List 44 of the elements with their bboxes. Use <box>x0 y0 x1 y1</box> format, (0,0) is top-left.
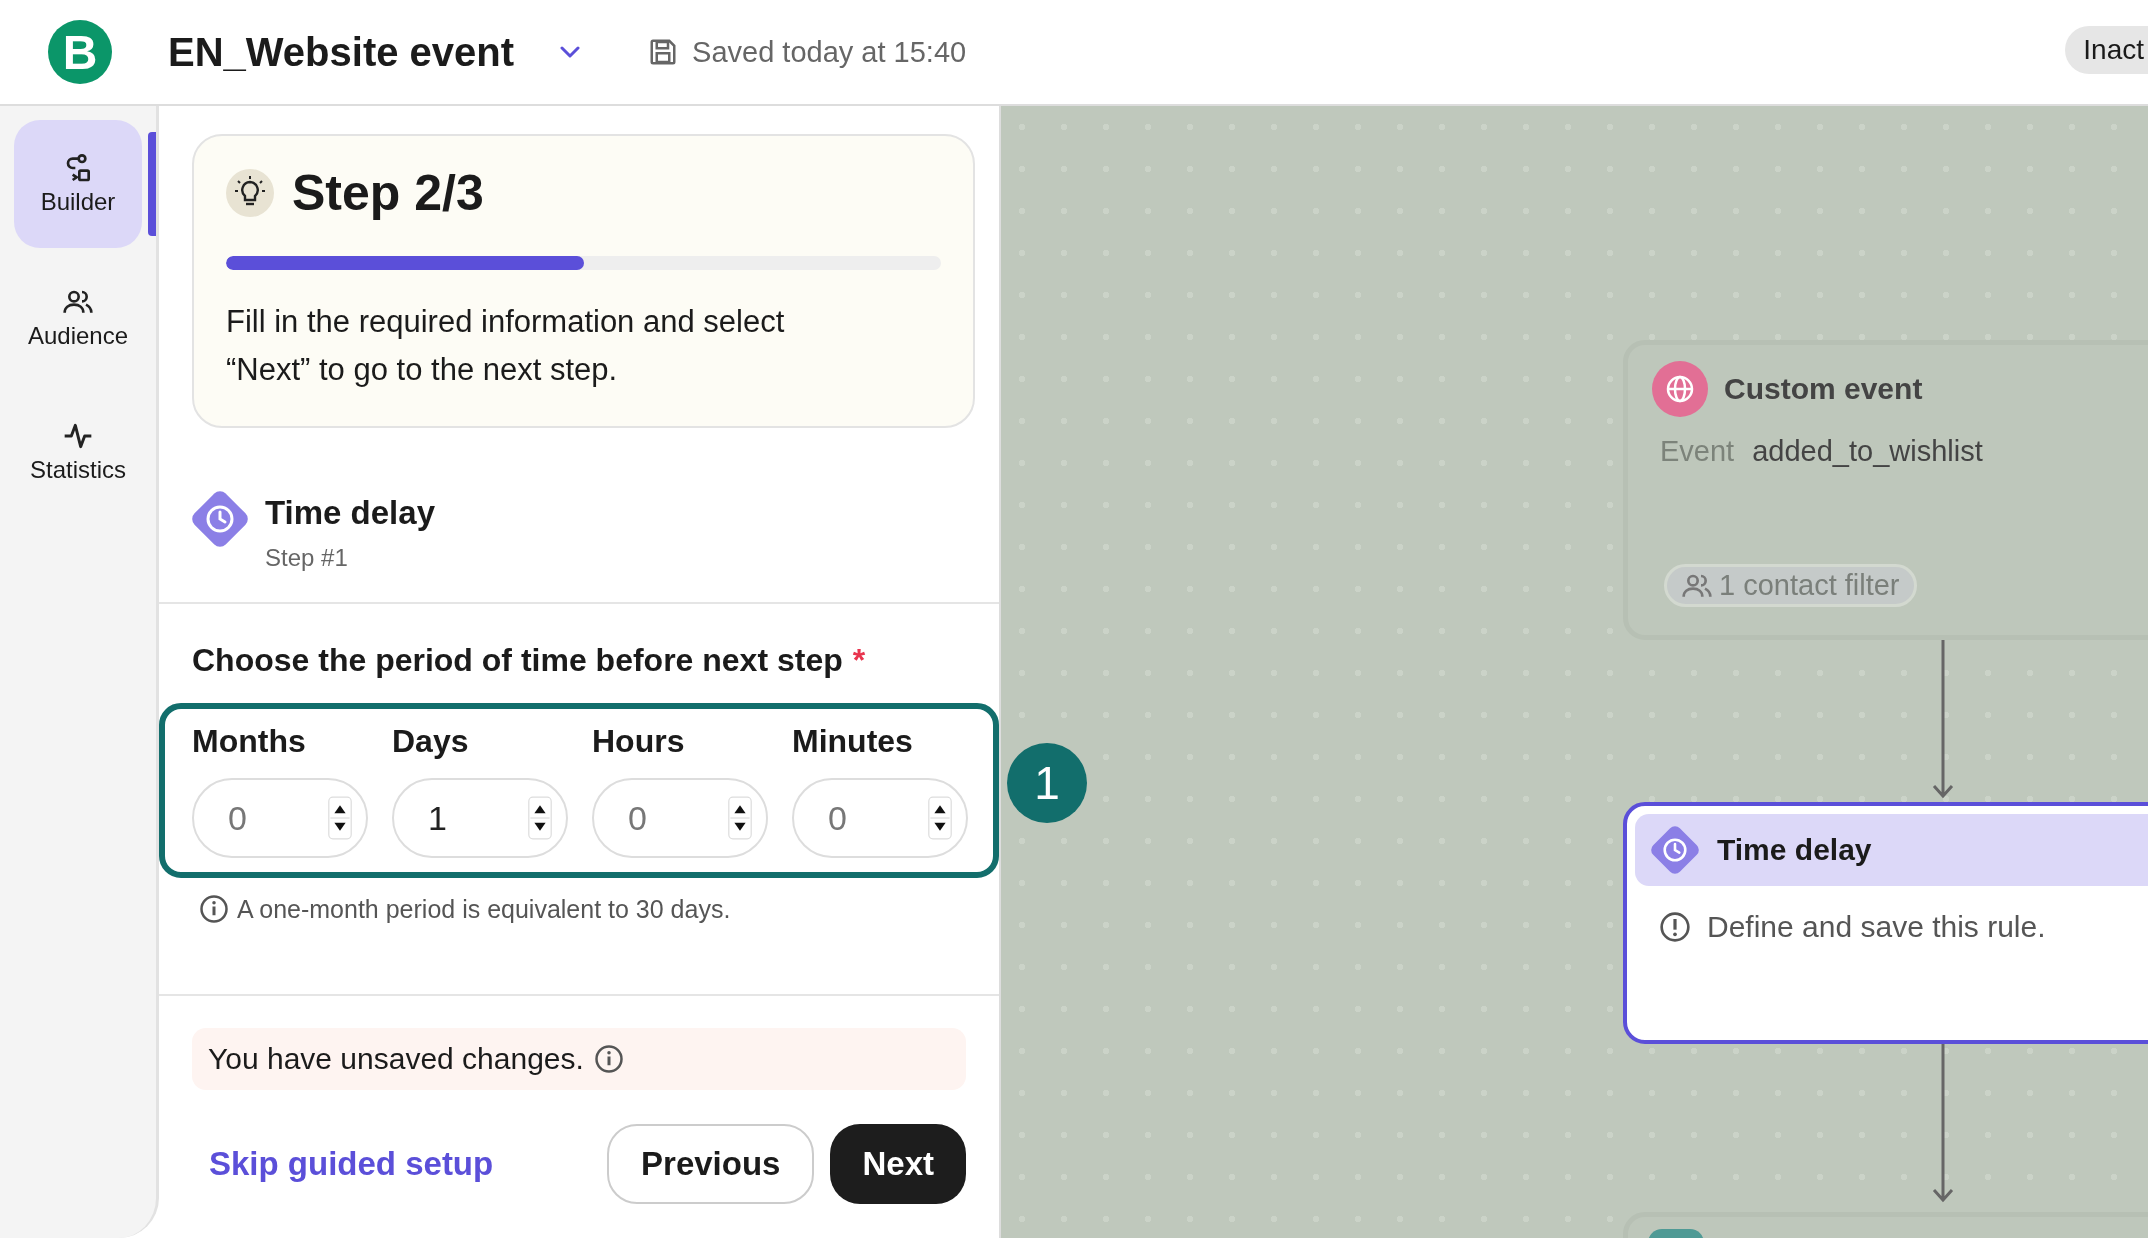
field-label: Months <box>192 723 307 760</box>
number-input[interactable]: 0 <box>828 798 928 838</box>
required-mark: * <box>852 642 866 679</box>
guide-title: Step 2/3 <box>292 164 484 222</box>
node-title: Time delay <box>1717 833 1872 867</box>
info-icon <box>199 894 229 924</box>
number-field[interactable]: 0 <box>792 778 968 858</box>
previous-button[interactable]: Previous <box>607 1124 815 1204</box>
chevron-down-icon[interactable] <box>560 46 581 58</box>
save-status: Saved today at 15:40 <box>692 35 967 69</box>
node-card[interactable]: Custom event Event added_to_wishlist 1 contact filter <box>1623 340 2148 640</box>
lightbulb-icon <box>226 169 274 217</box>
number-input[interactable]: 0 <box>628 798 728 838</box>
node-field-value: added_to_wishlist <box>1752 435 1983 468</box>
status-badge: Inact <box>2065 26 2148 74</box>
unsaved-text: You have unsaved changes. <box>208 1042 584 1076</box>
globe-icon <box>1652 361 1708 417</box>
step-number: Step #1 <box>265 544 349 572</box>
question-label: Choose the period of time before next step <box>192 642 843 679</box>
number-input[interactable]: 1 <box>428 798 528 838</box>
save-icon <box>648 37 679 67</box>
hint-text: A one-month period is equivalent to 30 days. <box>237 894 731 924</box>
workflow-title: EN_Website event <box>168 29 515 75</box>
alert-icon <box>1659 911 1691 943</box>
node-warning: Define and save this rule. <box>1707 910 2046 944</box>
number-field[interactable]: 0 <box>192 778 368 858</box>
field-label: Days <box>392 723 470 760</box>
info-icon[interactable] <box>593 1044 624 1074</box>
node-title: Custom event <box>1724 372 1923 406</box>
node-card[interactable]: Time delay Define and save this rule. <box>1623 802 2148 1044</box>
field-label: Minutes <box>792 723 914 760</box>
step-title: Time delay <box>265 494 435 532</box>
next-button[interactable]: Next <box>830 1124 966 1204</box>
nav-item[interactable]: Builder <box>14 120 142 248</box>
guide-text: Fill in the required information and select “Next” to go to the next step. <box>226 303 786 389</box>
skip-link[interactable]: Skip guided setup <box>209 1145 494 1183</box>
field-label: Hours <box>592 723 686 760</box>
number-field[interactable]: 0 <box>592 778 768 858</box>
nav-item[interactable]: Statistics <box>14 388 142 516</box>
nav-item[interactable]: Audience <box>14 254 142 382</box>
number-field[interactable]: 1 <box>392 778 568 858</box>
number-input[interactable]: 0 <box>228 798 328 838</box>
brand-logo: B <box>48 20 112 84</box>
node-field-label: Event <box>1660 435 1735 468</box>
